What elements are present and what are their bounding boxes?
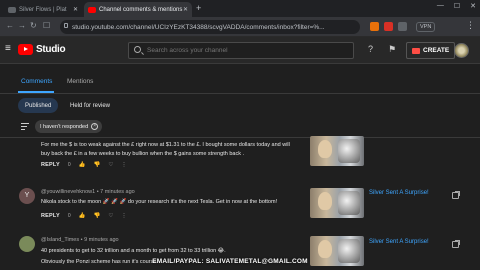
- channel-search[interactable]: [128, 42, 354, 59]
- active-tab-indicator: [18, 91, 54, 93]
- thumbnail-person: [318, 192, 332, 210]
- open-external-icon[interactable]: [452, 191, 460, 199]
- more-options-icon[interactable]: ⋮: [121, 162, 127, 168]
- search-icon: [134, 46, 141, 53]
- tab-comments[interactable]: Comments: [21, 78, 52, 85]
- minimize-icon[interactable]: —: [437, 2, 444, 10]
- url-text: studio.youtube.com/channel/UCIzYEzKT3438…: [72, 23, 325, 31]
- reply-count: 0: [67, 162, 71, 168]
- chip-held-for-review[interactable]: Held for review: [63, 98, 117, 113]
- heart-icon[interactable]: ♡: [108, 162, 113, 168]
- reply-button[interactable]: REPLY: [41, 213, 60, 219]
- remove-filter-icon[interactable]: ×: [91, 123, 99, 130]
- dislike-icon[interactable]: 👎: [93, 213, 100, 219]
- filter-bar: I haven't responded ×: [0, 116, 480, 138]
- reply-button[interactable]: REPLY: [41, 162, 60, 168]
- chip-published[interactable]: Published: [18, 98, 59, 113]
- close-tab-icon[interactable]: ✕: [73, 6, 78, 13]
- comment-text: Nikola stock to the moon 🚀 🚀 🚀 do your r…: [41, 199, 278, 205]
- extension-icon[interactable]: [398, 22, 407, 31]
- status-chips: Published Held for review: [0, 94, 480, 116]
- like-icon[interactable]: 👍: [79, 162, 86, 168]
- account-avatar[interactable]: [454, 43, 469, 58]
- thumbnail-coins: [338, 191, 360, 215]
- heart-icon[interactable]: ♡: [108, 213, 113, 219]
- comment-actions: REPLY 0 👍 👎 ♡ ⋮: [41, 213, 127, 219]
- browser-tab-active[interactable]: Channel comments & mentions ✕: [84, 2, 192, 17]
- filter-icon[interactable]: [21, 123, 29, 130]
- youtube-logo-icon[interactable]: [18, 44, 33, 55]
- browser-tab-strip: Silver Flows | Plat ✕ Channel comments &…: [0, 0, 480, 17]
- window-controls: — ☐ ✕: [437, 2, 476, 10]
- bookmark-icon[interactable]: ☐: [43, 21, 50, 30]
- address-bar: ← → ↻ ☐ studio.youtube.com/channel/UCIzY…: [0, 17, 480, 37]
- commenter-avatar[interactable]: Y: [19, 188, 35, 204]
- close-window-icon[interactable]: ✕: [470, 2, 476, 10]
- lock-icon: [64, 23, 68, 28]
- back-icon[interactable]: ←: [6, 21, 14, 30]
- comment-author[interactable]: @youwillinevehknow1 • 7 minutes ago: [41, 189, 135, 195]
- extension-icon[interactable]: [370, 22, 379, 31]
- thumbnail-person: [318, 240, 332, 258]
- tab-mentions[interactable]: Mentions: [67, 78, 93, 85]
- page-tabs: Comments Mentions: [0, 64, 480, 94]
- studio-logo-text: Studio: [36, 44, 66, 55]
- dislike-icon[interactable]: 👎: [93, 162, 100, 168]
- feedback-icon[interactable]: ⚑: [388, 44, 396, 55]
- new-tab-button[interactable]: +: [196, 3, 201, 13]
- thumbnail-person: [318, 140, 332, 158]
- comment-text: 40 presidents to get to 32 trillion and …: [41, 248, 226, 254]
- browser-tab-title: Silver Flows | Plat: [19, 6, 67, 13]
- create-label: CREATE: [423, 47, 450, 54]
- thumbnail-coins: [338, 239, 360, 263]
- comment-text: For me the $ is too weak against the £ r…: [41, 142, 290, 157]
- hamburger-menu-icon[interactable]: ≡: [5, 43, 11, 54]
- more-options-icon[interactable]: ⋮: [121, 213, 127, 219]
- video-camera-icon: [412, 47, 420, 54]
- youtube-icon: [88, 6, 96, 13]
- thumbnail-coins: [338, 139, 360, 163]
- forward-icon[interactable]: →: [18, 21, 26, 30]
- screen: Silver Flows | Plat ✕ Channel comments &…: [0, 0, 480, 270]
- email-paypal-banner: EMAIL/PAYPAL: SALIVATEMETAL@GMAIL.COM: [152, 258, 308, 265]
- comment-actions: REPLY 0 👍 👎 ♡ ⋮: [41, 162, 127, 168]
- youtube-icon: [8, 6, 16, 13]
- video-title-link[interactable]: Silver Sent A Surprise!: [369, 239, 429, 245]
- video-thumbnail[interactable]: [310, 236, 364, 266]
- browser-tab-title: Channel comments & mentions: [99, 6, 183, 13]
- video-title-link[interactable]: Silver Sent A Surprise!: [369, 190, 429, 196]
- reply-count: 0: [67, 213, 71, 219]
- menu-icon[interactable]: ⋮: [466, 20, 475, 31]
- video-thumbnail[interactable]: [310, 188, 364, 218]
- url-input[interactable]: studio.youtube.com/channel/UCIzYEzKT3438…: [60, 20, 360, 34]
- search-input[interactable]: [147, 45, 347, 56]
- studio-header: ≡ Studio ? ⚑ CREATE: [0, 37, 480, 64]
- filter-chip[interactable]: I haven't responded ×: [35, 120, 103, 133]
- create-button[interactable]: CREATE: [406, 42, 456, 59]
- comment-author[interactable]: @Island_Times • 9 minutes ago: [41, 237, 119, 243]
- filter-chip-label: I haven't responded: [40, 123, 89, 130]
- browser-tab-inactive[interactable]: Silver Flows | Plat ✕: [4, 2, 82, 17]
- commenter-avatar[interactable]: [19, 236, 35, 252]
- open-external-icon[interactable]: [452, 240, 460, 248]
- like-icon[interactable]: 👍: [79, 213, 86, 219]
- help-icon[interactable]: ?: [368, 44, 373, 54]
- vpn-badge[interactable]: VPN: [416, 22, 436, 32]
- close-tab-icon[interactable]: ✕: [183, 6, 188, 13]
- reload-icon[interactable]: ↻: [30, 21, 37, 30]
- maximize-icon[interactable]: ☐: [454, 2, 460, 10]
- video-thumbnail[interactable]: [310, 136, 364, 166]
- extension-icon[interactable]: [384, 22, 393, 31]
